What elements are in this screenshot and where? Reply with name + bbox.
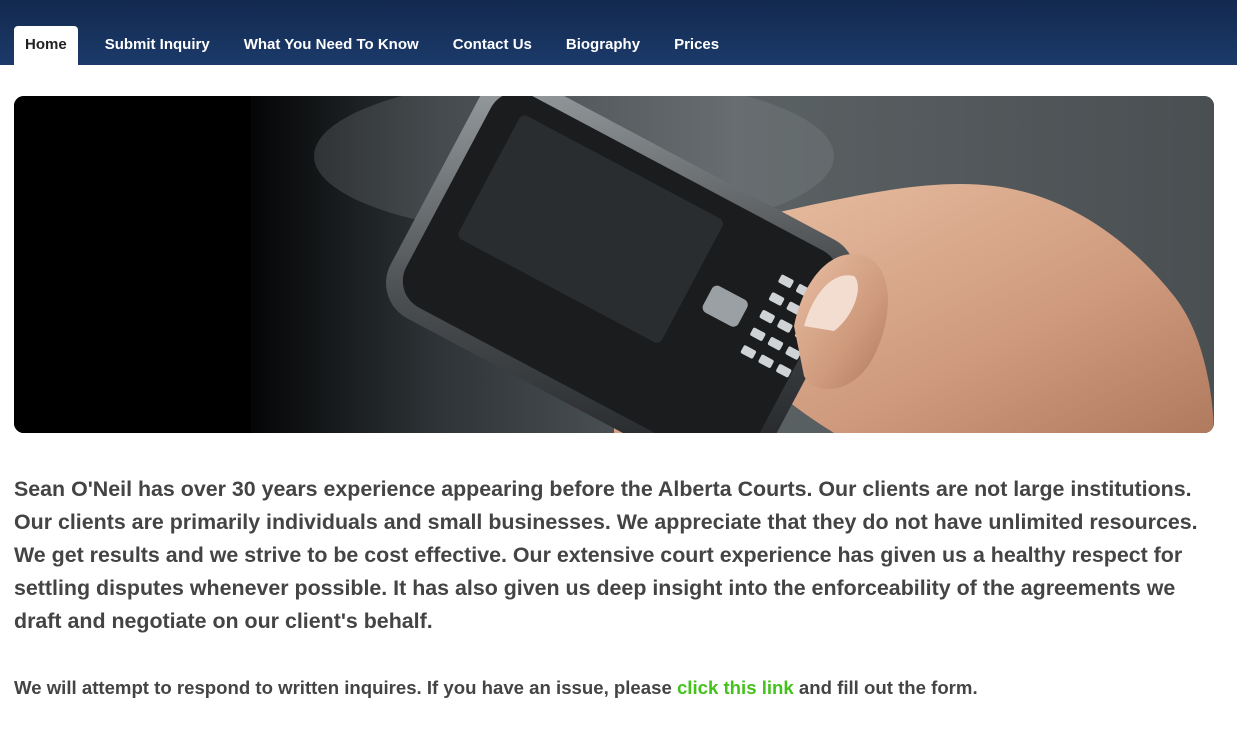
notice-text-before: We will attempt to respond to written in… bbox=[14, 677, 677, 698]
hero-image bbox=[14, 96, 1214, 433]
inquiry-form-link[interactable]: click this link bbox=[677, 677, 794, 698]
hand-holding-phone-illustration bbox=[14, 96, 1214, 433]
tab-biography[interactable]: Biography bbox=[549, 26, 657, 65]
intro-paragraph: Sean O'Neil has over 30 years experience… bbox=[14, 477, 1198, 633]
inquiry-notice: We will attempt to respond to written in… bbox=[14, 677, 978, 699]
nav-tabs: Home Submit Inquiry What You Need To Kno… bbox=[14, 26, 736, 65]
tab-submit-inquiry[interactable]: Submit Inquiry bbox=[88, 26, 227, 65]
notice-text-after: and fill out the form. bbox=[793, 677, 978, 698]
tab-what-you-need-to-know[interactable]: What You Need To Know bbox=[227, 26, 436, 65]
main-content: Sean O'Neil has over 30 years experience… bbox=[14, 473, 1219, 698]
top-navbar: Home Submit Inquiry What You Need To Kno… bbox=[0, 0, 1237, 65]
tab-home[interactable]: Home bbox=[14, 26, 78, 65]
tab-contact-us[interactable]: Contact Us bbox=[436, 26, 549, 65]
tab-prices[interactable]: Prices bbox=[657, 26, 736, 65]
